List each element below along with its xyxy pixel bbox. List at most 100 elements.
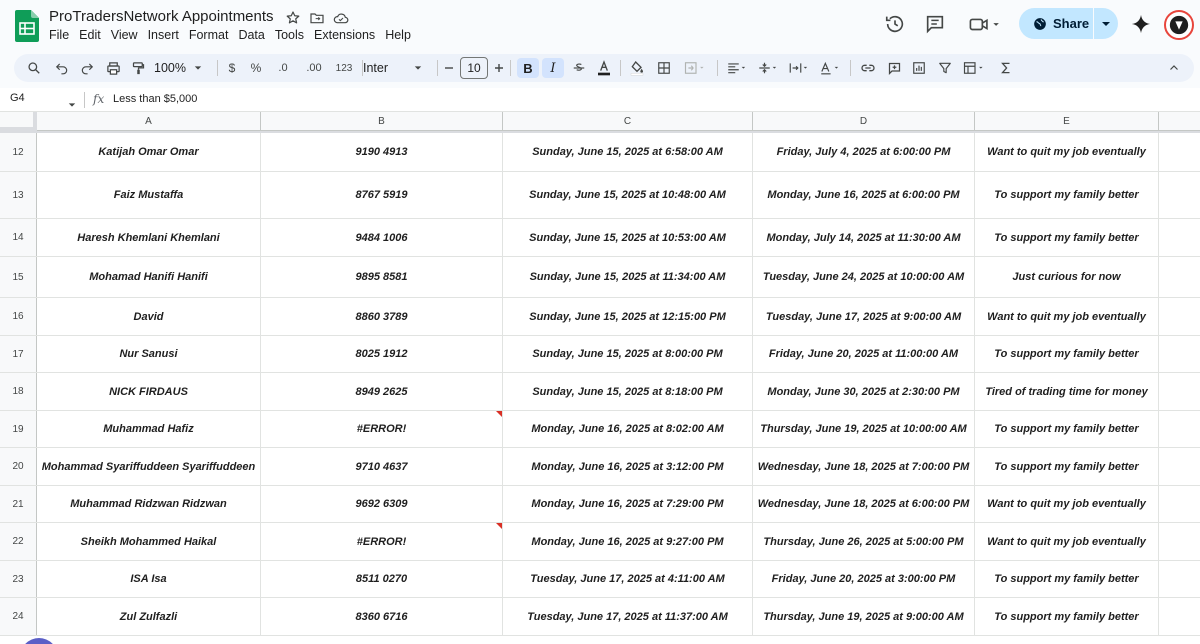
menu-data[interactable]: Data xyxy=(238,28,269,42)
cell-name[interactable]: Mohamad Hanifi Hanifi xyxy=(37,257,261,297)
row-header[interactable]: 22 xyxy=(0,523,37,560)
column-header-c[interactable]: C xyxy=(503,112,753,131)
move-folder-icon[interactable] xyxy=(308,9,326,27)
cell-reason[interactable]: To support my family better xyxy=(975,448,1159,485)
cell-appointment[interactable]: Thursday, June 19, 2025 at 9:00:00 AM xyxy=(753,598,975,635)
cell-phone[interactable]: 9190 4913 xyxy=(261,133,503,171)
cell-name[interactable]: Nur Sanusi xyxy=(37,336,261,372)
row-header[interactable]: 23 xyxy=(0,561,37,597)
cell-f[interactable] xyxy=(1159,486,1200,522)
cell-name[interactable]: NICK FIRDAUS xyxy=(37,373,261,410)
row-header[interactable]: 19 xyxy=(0,411,37,447)
increase-decimal-button[interactable]: .00 xyxy=(300,58,328,78)
fill-color-icon[interactable] xyxy=(627,58,647,78)
column-header-d[interactable]: D xyxy=(753,112,975,131)
cell-name[interactable]: Faiz Mustaffa xyxy=(37,172,261,218)
row-header[interactable]: 16 xyxy=(0,298,37,335)
cell-f[interactable] xyxy=(1159,523,1200,560)
row-header[interactable]: 14 xyxy=(0,219,37,256)
functions-sigma-icon[interactable] xyxy=(996,58,1016,78)
cell-appointment[interactable]: Monday, June 30, 2025 at 2:30:00 PM xyxy=(753,373,975,410)
user-avatar[interactable] xyxy=(1164,10,1194,40)
cell-f[interactable] xyxy=(1159,336,1200,372)
cell-submitted[interactable]: Sunday, June 15, 2025 at 8:18:00 PM xyxy=(503,373,753,410)
cell-reason[interactable]: Want to quit my job eventually xyxy=(975,486,1159,522)
cell-submitted[interactable]: Tuesday, June 17, 2025 at 11:37:00 AM xyxy=(503,598,753,635)
cell-submitted[interactable]: Sunday, June 15, 2025 at 8:00:00 PM xyxy=(503,336,753,372)
gemini-spark-icon[interactable] xyxy=(1129,12,1153,36)
row-header[interactable]: 21 xyxy=(0,486,37,522)
cell-submitted[interactable]: Monday, June 16, 2025 at 9:27:00 PM xyxy=(503,523,753,560)
formula-input[interactable]: Less than $5,000 xyxy=(113,93,197,105)
cell-submitted[interactable]: Sunday, June 15, 2025 at 10:48:00 AM xyxy=(503,172,753,218)
cell-phone[interactable]: 9484 1006 xyxy=(261,219,503,256)
font-family-select[interactable]: Inter xyxy=(363,58,439,78)
name-box[interactable]: G4 xyxy=(10,92,25,104)
cell-phone[interactable]: 8511 0270 xyxy=(261,561,503,597)
star-icon[interactable] xyxy=(284,9,302,27)
menu-tools[interactable]: Tools xyxy=(275,28,309,42)
cell-f[interactable] xyxy=(1159,448,1200,485)
cell-phone[interactable]: 8025 1912 xyxy=(261,336,503,372)
cell-f[interactable] xyxy=(1159,598,1200,635)
menu-edit[interactable]: Edit xyxy=(79,28,106,42)
cell-submitted[interactable]: Monday, June 16, 2025 at 3:12:00 PM xyxy=(503,448,753,485)
cell-f[interactable] xyxy=(1159,219,1200,256)
sheets-logo-icon[interactable] xyxy=(15,10,39,42)
column-header-a[interactable]: A xyxy=(37,112,261,131)
decrease-font-size-icon[interactable] xyxy=(442,58,456,78)
cell-name[interactable]: Zul Zulfazli xyxy=(37,598,261,635)
cell-submitted[interactable]: Sunday, June 15, 2025 at 12:15:00 PM xyxy=(503,298,753,335)
cell-submitted[interactable]: Sunday, June 15, 2025 at 11:34:00 AM xyxy=(503,257,753,297)
column-header-b[interactable]: B xyxy=(261,112,503,131)
cell-reason[interactable]: Just curious for now xyxy=(975,257,1159,297)
cell-phone[interactable]: #ERROR! xyxy=(261,523,503,560)
meet-video-icon[interactable] xyxy=(966,12,1006,36)
cell-appointment[interactable]: Wednesday, June 18, 2025 at 7:00:00 PM xyxy=(753,448,975,485)
share-button[interactable]: Share xyxy=(1019,8,1118,39)
font-size-input[interactable]: 10 xyxy=(460,57,488,79)
format-percent-button[interactable]: % xyxy=(248,58,264,78)
text-rotation-icon[interactable] xyxy=(816,58,844,78)
cell-reason[interactable]: Want to quit my job eventually xyxy=(975,523,1159,560)
cell-reason[interactable]: Want to quit my job eventually xyxy=(975,298,1159,335)
insert-chart-icon[interactable] xyxy=(909,58,929,78)
collapse-toolbar-icon[interactable] xyxy=(1164,58,1184,78)
error-indicator-icon[interactable] xyxy=(496,523,502,529)
row-header[interactable]: 24 xyxy=(0,598,37,635)
error-indicator-icon[interactable] xyxy=(496,411,502,417)
number-format-button[interactable]: 123 xyxy=(332,58,356,78)
redo-icon[interactable] xyxy=(77,58,97,78)
format-currency-button[interactable]: $ xyxy=(224,58,240,78)
print-icon[interactable] xyxy=(103,58,123,78)
row-header[interactable]: 13 xyxy=(0,172,37,218)
menu-extensions[interactable]: Extensions xyxy=(314,28,380,42)
cell-submitted[interactable]: Sunday, June 15, 2025 at 6:58:00 AM xyxy=(503,133,753,171)
zoom-select[interactable]: 100% xyxy=(154,58,210,78)
cell-phone[interactable]: 9692 6309 xyxy=(261,486,503,522)
cell-reason[interactable]: To support my family better xyxy=(975,219,1159,256)
cell-name[interactable]: Muhammad Hafiz xyxy=(37,411,261,447)
cell-f[interactable] xyxy=(1159,373,1200,410)
cell-f[interactable] xyxy=(1159,257,1200,297)
cell-appointment[interactable]: Friday, June 20, 2025 at 11:00:00 AM xyxy=(753,336,975,372)
cell-appointment[interactable]: Monday, June 16, 2025 at 6:00:00 PM xyxy=(753,172,975,218)
cell-reason[interactable]: To support my family better xyxy=(975,336,1159,372)
cell-phone[interactable]: 8767 5919 xyxy=(261,172,503,218)
cell-appointment[interactable]: Thursday, June 26, 2025 at 5:00:00 PM xyxy=(753,523,975,560)
decrease-decimal-button[interactable]: .0 xyxy=(272,58,294,78)
cell-phone[interactable]: 8860 3789 xyxy=(261,298,503,335)
cell-reason[interactable]: Want to quit my job eventually xyxy=(975,133,1159,171)
filter-views-icon[interactable] xyxy=(959,58,991,78)
menu-format[interactable]: Format xyxy=(189,28,234,42)
strikethrough-icon[interactable] xyxy=(569,58,589,78)
cell-f[interactable] xyxy=(1159,561,1200,597)
row-header[interactable]: 12 xyxy=(0,133,37,171)
insert-link-icon[interactable] xyxy=(858,58,878,78)
cell-phone[interactable]: 9895 8581 xyxy=(261,257,503,297)
cell-submitted[interactable]: Monday, June 16, 2025 at 7:29:00 PM xyxy=(503,486,753,522)
cell-name[interactable]: David xyxy=(37,298,261,335)
cell-f[interactable] xyxy=(1159,172,1200,218)
text-color-icon[interactable] xyxy=(594,58,614,78)
cell-name[interactable]: Muhammad Ridzwan Ridzwan xyxy=(37,486,261,522)
